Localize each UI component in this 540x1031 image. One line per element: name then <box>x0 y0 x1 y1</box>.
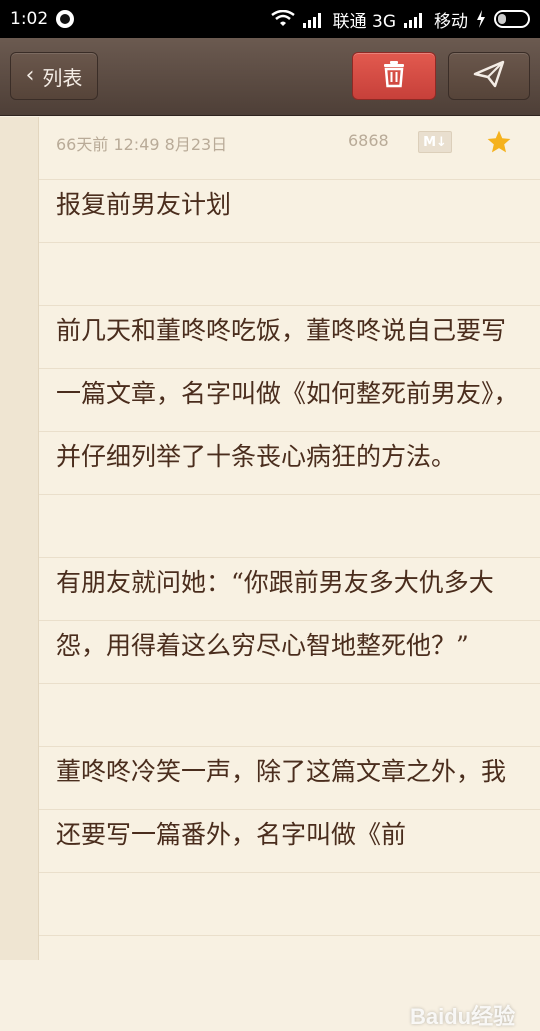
baidu-watermark: Baidu经验 <box>410 1004 516 1029</box>
signal-icon <box>404 10 426 28</box>
carrier-unicom: 联通 3G <box>332 11 396 32</box>
note-paper[interactable]: 66天前 12:49 8月23日 6868 M↓ 报复前男友计划 前几天和董咚咚… <box>0 117 540 1029</box>
carrier-mobile: 移动 <box>434 11 468 32</box>
battery-icon <box>494 10 530 28</box>
trash-icon <box>382 60 406 92</box>
wifi-icon <box>270 10 295 28</box>
send-button[interactable] <box>448 52 530 100</box>
status-bar: 1:02 联通 3G 移动 <box>0 0 540 38</box>
note-paragraph: 有朋友就问她：“你跟前男友多大仇多大怨，用得着这么穷尽心智地整死他？” <box>56 568 494 660</box>
signal-icon <box>302 10 325 28</box>
note-meta: 66天前 12:49 8月23日 6868 M↓ <box>56 129 516 161</box>
toolbar: ‹ 列表 <box>0 38 540 116</box>
note-paragraph: 前几天和董咚咚吃饭，董咚咚说自己要写一篇文章，名字叫做《如何整死前男友》，并仔细… <box>56 316 519 471</box>
markdown-badge[interactable]: M↓ <box>418 131 452 153</box>
qq-icon <box>56 10 75 28</box>
delete-button[interactable] <box>352 52 436 100</box>
note-body[interactable]: 前几天和董咚咚吃饭，董咚咚说自己要写一篇文章，名字叫做《如何整死前男友》，并仔细… <box>56 299 526 866</box>
back-button-label: 列表 <box>42 65 83 90</box>
status-time: 1:02 <box>10 9 49 29</box>
note-paragraph: 董咚咚冷笑一声，除了这篇文章之外，我还要写一篇番外，名字叫做《前 <box>56 757 507 849</box>
note-title: 报复前男友计划 <box>56 190 232 219</box>
back-to-list-button[interactable]: ‹ 列表 <box>10 52 98 100</box>
char-count: 6868 <box>348 131 389 150</box>
star-icon[interactable] <box>486 129 512 159</box>
paper-plane-icon <box>473 60 505 92</box>
chevron-left-icon: ‹ <box>25 63 35 88</box>
note-date: 66天前 12:49 8月23日 <box>56 135 228 154</box>
charge-icon <box>476 10 486 28</box>
